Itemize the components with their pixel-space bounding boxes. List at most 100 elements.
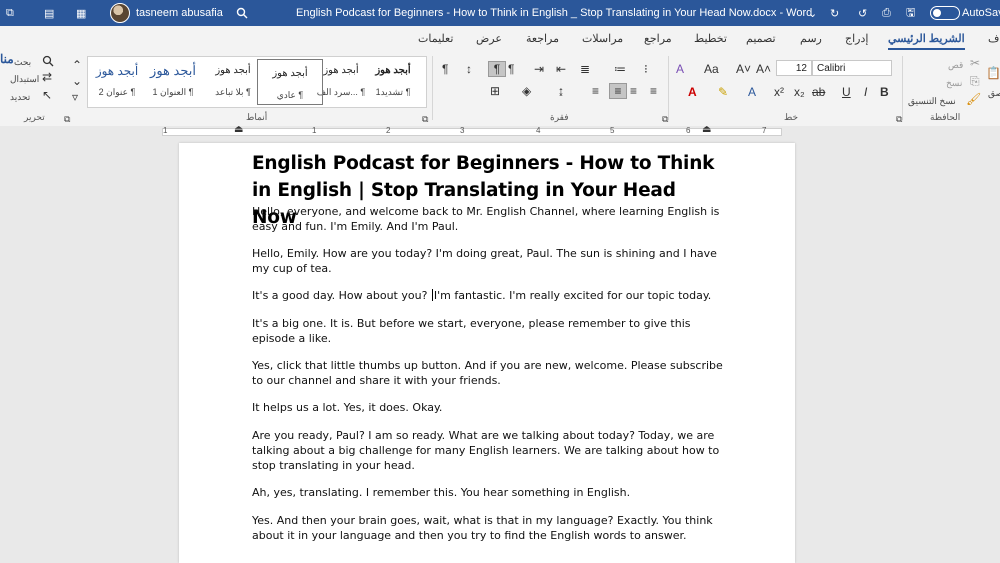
paragraph: Yes, click that little thumbs up button.… <box>252 359 723 387</box>
paragraph: Hello, Emily. How are you today? I'm doi… <box>252 247 717 275</box>
replace-icon[interactable]: ⇄ <box>42 70 52 84</box>
styles-scroll-up-icon[interactable]: ⌃ <box>72 58 82 72</box>
avatar[interactable] <box>110 3 130 23</box>
font-size-select[interactable]: 12 <box>776 60 812 76</box>
clipboard-group-label: الحافظة <box>930 112 961 122</box>
decrease-indent-icon[interactable]: ⇤ <box>556 62 566 76</box>
multilevel-list-icon[interactable]: ≣ <box>580 62 590 76</box>
format-painter-icon[interactable]: 🖌 <box>966 92 981 106</box>
show-formatting-icon[interactable]: ¶ <box>442 62 448 76</box>
redo-icon[interactable]: ↻ <box>830 0 839 26</box>
grid-icon[interactable]: ▦ <box>76 0 86 26</box>
horizontal-ruler[interactable]: 7 6 5 4 3 2 1 1 ⏏ ⏏ <box>0 123 1000 138</box>
indent-marker-icon[interactable]: ⏏ <box>234 123 243 137</box>
undo-icon[interactable]: ↺ <box>858 0 867 26</box>
justify-icon[interactable]: ≡ <box>592 84 599 98</box>
ruler-number: 7 <box>762 126 767 135</box>
cut-button[interactable]: قص <box>948 58 963 72</box>
style-no-spacing[interactable]: أبجد هوز بلا تباعد ¶ <box>200 57 266 105</box>
font-launcher-icon[interactable]: ⧉ <box>896 112 902 126</box>
font-color-icon[interactable]: A <box>688 85 697 99</box>
style-normal[interactable]: أبجد هوز عادي ¶ <box>257 59 323 105</box>
ruler-number: 5 <box>610 126 615 135</box>
tab-layout[interactable]: تخطيط <box>694 32 727 45</box>
paragraph-group-label: فقرة <box>550 112 569 122</box>
line-spacing-icon[interactable]: ↨ <box>558 84 564 98</box>
document-icon[interactable]: ▤ <box>44 0 54 26</box>
style-heading-2[interactable]: أبجد هوز عنوان 2 ¶ <box>84 57 150 105</box>
subscript-icon[interactable]: x₂ <box>794 85 805 99</box>
document-title: English Podcast for Beginners - How to T… <box>296 7 813 19</box>
paragraph: It's a big one. It is. But before we sta… <box>252 317 691 345</box>
restore-icon[interactable]: ⧉ <box>6 0 14 26</box>
tab-mailings[interactable]: مراسلات <box>582 32 623 45</box>
tab-draw[interactable]: رسم <box>800 32 822 45</box>
sort-icon[interactable]: ↕ <box>466 62 472 76</box>
replace-button[interactable]: استبدال <box>10 72 39 86</box>
user-name: tasneem abusafia <box>136 7 223 19</box>
paragraph: It helps us a lot. Yes, it does. Okay. <box>252 401 443 414</box>
bold-icon[interactable]: B <box>880 85 889 99</box>
paste-button[interactable]: لصق <box>988 86 1000 100</box>
styles-launcher-icon[interactable]: ⧉ <box>422 112 428 126</box>
borders-icon[interactable]: ⊞ <box>490 84 500 98</box>
change-case-icon[interactable]: Aa <box>704 62 719 76</box>
tab-review[interactable]: مراجعة <box>526 32 559 45</box>
numbering-icon[interactable]: ≔ <box>614 62 626 76</box>
tab-file-stub[interactable]: ف <box>988 32 999 45</box>
cut-icon[interactable]: ✂ <box>970 56 980 70</box>
align-left-icon[interactable]: ≡ <box>609 83 627 99</box>
underline-icon[interactable]: U <box>842 85 851 99</box>
ruler-number: 6 <box>686 126 691 135</box>
tab-references[interactable]: مراجع <box>644 32 672 45</box>
paragraph: Yes. And then your brain goes, wait, wha… <box>252 514 713 542</box>
select-icon[interactable]: ↖ <box>42 88 52 102</box>
tab-help[interactable]: تعليمات <box>418 32 453 45</box>
search-icon[interactable] <box>236 0 248 26</box>
select-button[interactable]: تحديد <box>10 90 30 104</box>
text-effects-icon[interactable]: A <box>676 62 684 76</box>
document-page[interactable]: English Podcast for Beginners - How to T… <box>179 143 795 563</box>
save-icon[interactable]: 🖫 <box>906 0 915 26</box>
center-icon[interactable]: ≡ <box>630 84 637 98</box>
italic-icon[interactable]: I <box>864 85 867 99</box>
paste-icon[interactable]: 📋 <box>986 66 1000 80</box>
tab-home[interactable]: الشريط الرئيسي <box>888 32 965 50</box>
right-indent-marker-icon[interactable]: ⏏ <box>702 123 711 137</box>
bullets-icon[interactable]: ⁝ <box>644 62 648 76</box>
increase-indent-icon[interactable]: ⇥ <box>534 62 544 76</box>
paragraph-text: It's a good day. How about you? <box>252 289 431 302</box>
tab-view[interactable]: عرض <box>476 32 502 45</box>
dropdown-icon[interactable]: ⌄ <box>808 0 817 26</box>
text-effects-a-icon[interactable]: A <box>748 85 756 99</box>
find-button[interactable]: بحث <box>14 55 31 69</box>
copy-button[interactable]: نسخ <box>946 76 962 90</box>
rtl-direction-icon[interactable]: ¶ <box>488 61 506 77</box>
shrink-font-icon[interactable]: A˅ <box>736 62 751 76</box>
separator <box>902 56 903 120</box>
superscript-icon[interactable]: x² <box>774 85 784 99</box>
ltr-direction-icon[interactable]: ¶ <box>508 62 514 76</box>
paragraph-launcher-icon[interactable]: ⧉ <box>662 112 668 126</box>
strikethrough-icon[interactable]: ab <box>812 85 825 99</box>
tab-design[interactable]: تصميم <box>746 32 776 45</box>
shading-icon[interactable]: ◈ <box>522 84 531 98</box>
highlight-icon[interactable]: ✎ <box>718 85 728 99</box>
copy-icon[interactable]: ⎘ <box>970 74 980 88</box>
align-right-icon[interactable]: ≡ <box>650 84 657 98</box>
styles-more-icon[interactable]: ▿ <box>72 90 78 104</box>
paragraph: Ah, yes, translating. I remember this. Y… <box>252 486 631 499</box>
ruler-number: 3 <box>460 126 465 135</box>
format-painter-button[interactable]: نسخ التنسيق <box>908 94 956 108</box>
print-icon[interactable]: ⎙ <box>882 0 891 26</box>
font-name-select[interactable]: Calibri <box>812 60 892 76</box>
grow-font-icon[interactable]: A˄ <box>756 62 771 76</box>
text-cursor <box>431 289 433 301</box>
tab-insert[interactable]: إدراج <box>845 32 868 45</box>
styles-scroll-down-icon[interactable]: ⌄ <box>72 74 82 88</box>
editing-launcher-icon[interactable]: ⧉ <box>64 112 70 126</box>
user-area[interactable]: tasneem abusafia <box>110 0 223 26</box>
find-icon[interactable] <box>42 55 54 70</box>
left-stub[interactable]: منا <box>0 52 14 66</box>
autosave-toggle[interactable] <box>930 0 960 26</box>
